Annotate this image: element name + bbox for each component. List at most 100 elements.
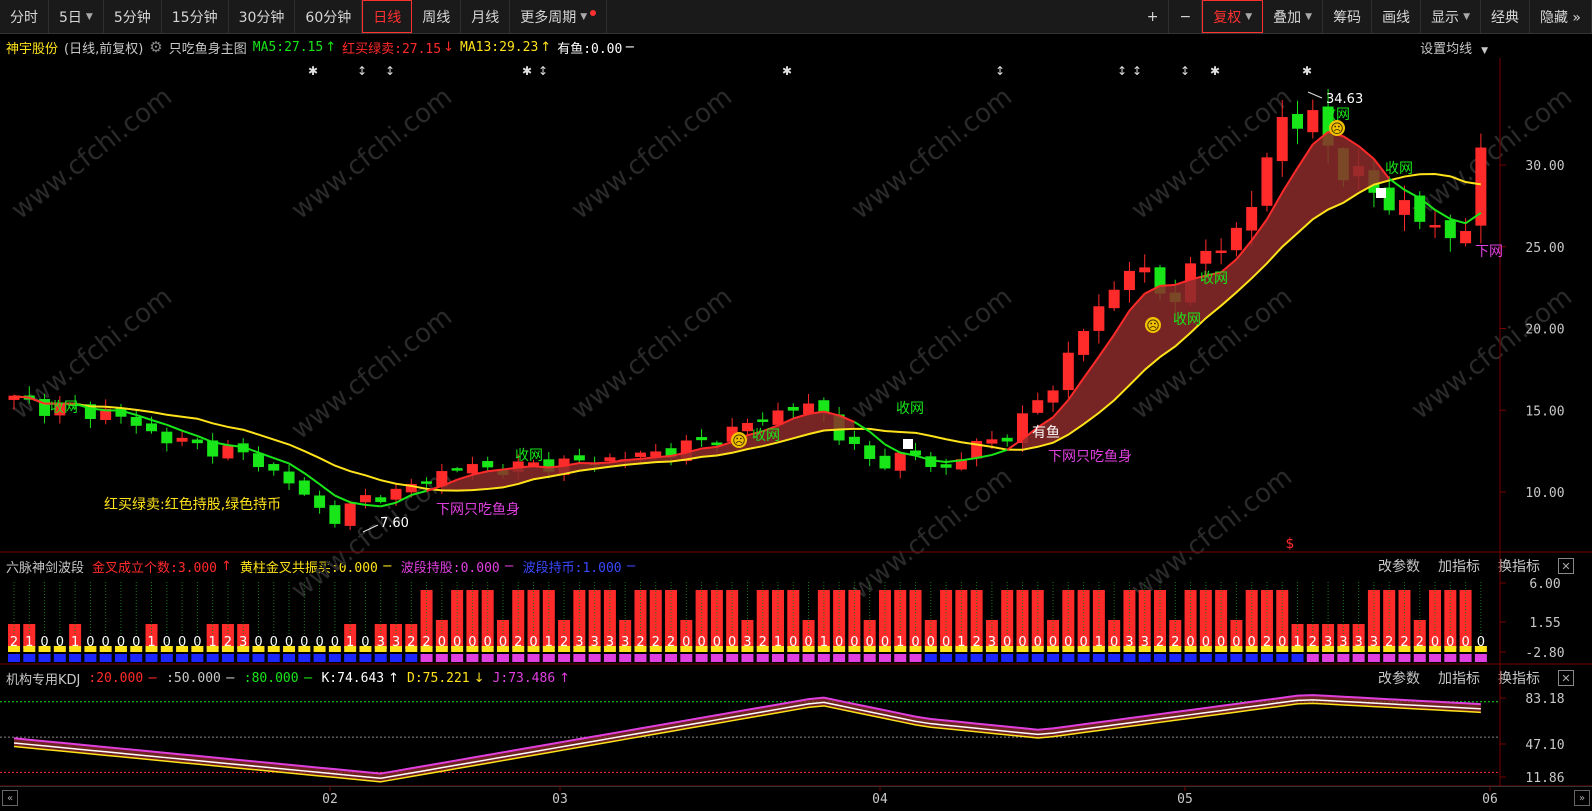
bodu-block <box>710 654 723 662</box>
bodu-block <box>680 654 693 662</box>
liumai-digit: 3 <box>988 635 996 650</box>
star-marker-icon: ✱ <box>1302 64 1312 78</box>
liumai-digit: 1 <box>71 635 79 650</box>
candle-up <box>1032 400 1044 413</box>
candle-down <box>421 481 433 484</box>
liumai-digit: 2 <box>1263 635 1271 650</box>
xiawang-label: 下网只吃鱼身 <box>1048 448 1132 465</box>
watermark-text: www.cfchi.com <box>566 82 738 226</box>
bodu-block <box>1199 654 1212 662</box>
bodu-block <box>588 654 601 662</box>
candle-down <box>161 431 173 444</box>
bodu-block <box>863 654 876 662</box>
watermark-text: www.cfchi.com <box>286 462 458 606</box>
candle-down <box>268 464 280 471</box>
candle-down <box>283 471 295 484</box>
y-axis-label: 30.00 <box>1525 159 1564 174</box>
bodu-block <box>909 654 922 662</box>
liumai-digit: 3 <box>1125 635 1133 650</box>
liumai-digit: 0 <box>468 635 476 650</box>
candle-up <box>1307 110 1319 133</box>
bodu-block <box>38 654 51 662</box>
liumai-digit: 2 <box>1416 635 1424 650</box>
bodu-block <box>512 654 525 662</box>
liumai-digit: 1 <box>208 635 216 650</box>
y-axis-label: 20.00 <box>1525 323 1564 338</box>
bodu-block <box>176 654 189 662</box>
candle-up <box>986 439 998 444</box>
candle-up <box>650 451 662 457</box>
liumai-digit: 1 <box>1293 635 1301 650</box>
bodu-block <box>924 654 937 662</box>
star-marker-icon: ✱ <box>308 64 318 78</box>
liumai-digit: 1 <box>820 635 828 650</box>
candle-up <box>1093 306 1105 331</box>
liumai-digit: 0 <box>697 635 705 650</box>
candle-down <box>696 437 708 441</box>
updown-marker-icon: ↕ <box>1132 64 1142 78</box>
bodu-block <box>8 654 20 662</box>
liumai-digit: 3 <box>392 635 400 650</box>
bodu-block <box>940 654 953 662</box>
candle-up <box>1200 250 1212 264</box>
candle-down <box>451 468 463 471</box>
watermark-text: www.cfchi.com <box>286 82 458 226</box>
liumai-digit: 2 <box>422 635 430 650</box>
ma5-line-segment <box>625 457 641 462</box>
liumai-digit: 0 <box>178 635 186 650</box>
candle-up <box>1078 331 1090 355</box>
bodu-block <box>481 654 494 662</box>
candle-up <box>176 437 188 442</box>
y-axis-label: 47.10 <box>1525 738 1564 753</box>
bodu-block <box>1444 654 1457 662</box>
ma5-line-segment <box>884 443 901 454</box>
candle-up <box>604 457 616 462</box>
candle-down <box>130 416 142 426</box>
liumai-digit: 0 <box>1461 635 1469 650</box>
ma5-line-segment <box>518 465 534 469</box>
scroll-left-icon[interactable]: « <box>2 790 18 806</box>
time-axis-bar <box>0 786 1592 811</box>
liumai-digit: 0 <box>254 635 262 650</box>
liumai-digit: 3 <box>1354 635 1362 650</box>
y-axis-label: 10.00 <box>1525 486 1564 501</box>
high-pointer-line <box>1307 91 1323 99</box>
liumai-digit: 0 <box>331 635 339 650</box>
star-marker-icon: ✱ <box>522 64 532 78</box>
liumai-digit: 0 <box>40 635 48 650</box>
bodu-block <box>1123 654 1136 662</box>
candle-down <box>146 423 158 432</box>
scroll-right-icon[interactable]: » <box>1574 790 1590 806</box>
bodu-block <box>894 654 907 662</box>
bodu-block <box>1108 654 1121 662</box>
ma5-line-segment <box>1159 283 1176 287</box>
bodu-block <box>527 654 540 662</box>
candle-down <box>375 497 387 503</box>
bodu-block <box>1016 654 1029 662</box>
high-price-label: 34.63 <box>1326 92 1363 107</box>
candle-down <box>711 442 723 446</box>
liumai-digit: 0 <box>56 635 64 650</box>
liumai-digit: 0 <box>911 635 919 650</box>
bodu-block <box>1337 654 1350 662</box>
bodu-block <box>252 654 265 662</box>
chart-canvas[interactable]: www.cfchi.com www.cfchi.com www.cfchi.com w… <box>0 0 1592 811</box>
bodu-block <box>160 654 173 662</box>
liumai-digit: 3 <box>621 635 629 650</box>
watermark-text: www.cfchi.com <box>566 282 738 426</box>
legend-annotation: 红买绿卖:红色持股,绿色持币 <box>104 496 281 513</box>
candle-up <box>1261 157 1273 206</box>
liumai-digit: 0 <box>927 635 935 650</box>
liumai-digit: 1 <box>545 635 553 650</box>
bodu-block <box>573 654 586 662</box>
bodu-block <box>833 654 846 662</box>
candle-down <box>848 436 860 444</box>
candle-up <box>1139 267 1151 273</box>
liumai-digit: 2 <box>972 635 980 650</box>
liumai-digit: 2 <box>10 635 18 650</box>
bodu-block <box>802 654 815 662</box>
bodu-block <box>328 654 341 662</box>
candle-up <box>1123 270 1135 291</box>
liumai-digit: 1 <box>896 635 904 650</box>
updown-marker-icon: ↕ <box>357 64 367 78</box>
